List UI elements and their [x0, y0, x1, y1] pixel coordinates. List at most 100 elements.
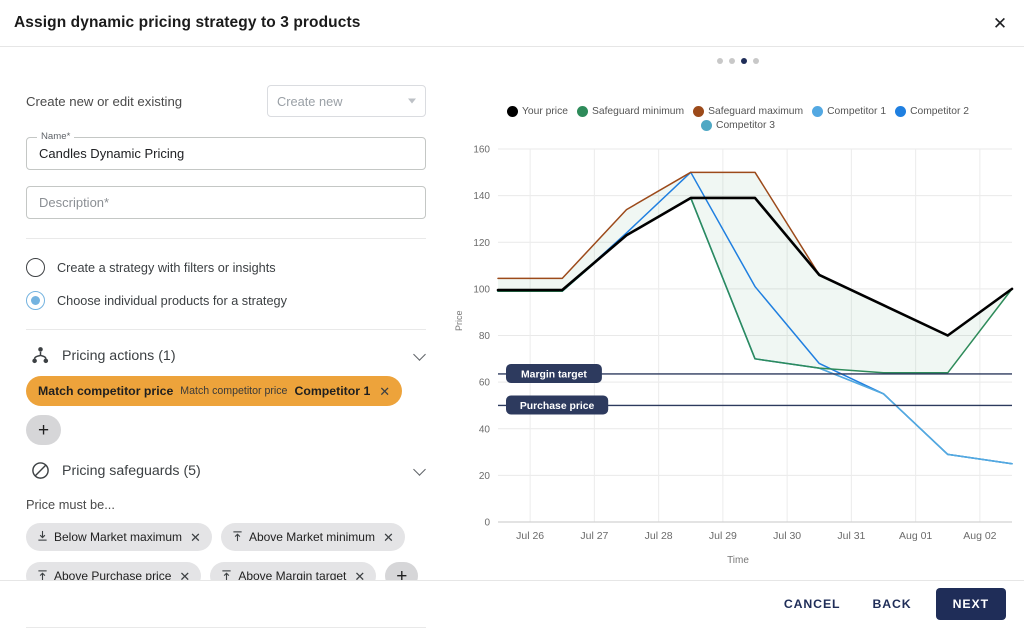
safeguard-band-area: [498, 172, 1012, 373]
next-button[interactable]: NEXT: [935, 588, 1006, 620]
hierarchy-icon: [26, 346, 54, 365]
name-field-legend: Name*: [37, 132, 75, 142]
dialog-header: Assign dynamic pricing strategy to 3 pro…: [0, 0, 1024, 47]
legend-swatch-icon: [693, 106, 705, 117]
create-mode-select[interactable]: Create new: [267, 85, 426, 117]
radio-option-individual-products[interactable]: Choose individual products for a strateg…: [26, 291, 426, 310]
divider-2: [26, 329, 426, 330]
create-or-edit-row: Create new or edit existing Create new: [26, 85, 426, 117]
carousel-dot-active[interactable]: [741, 58, 747, 64]
y-axis-tick-label: 80: [479, 331, 491, 342]
radio-option-filters-insights[interactable]: Create a strategy with filters or insigh…: [26, 258, 426, 277]
safeguard-chip-label: Above Market minimum: [248, 530, 375, 544]
reference-line-badge: Purchase price: [506, 395, 609, 415]
legend-label: Competitor 3: [716, 120, 775, 131]
remove-icon[interactable]: ✕: [190, 531, 201, 544]
x-axis-tick-label: Aug 02: [963, 530, 996, 542]
pricing-action-chip-subtitle: Match competitor price: [180, 385, 288, 397]
legend-item[interactable]: Competitor 1: [812, 106, 886, 117]
pricing-safeguards-header[interactable]: Pricing safeguards (5): [26, 461, 426, 480]
legend-swatch-icon: [506, 106, 518, 117]
prohibited-icon: [26, 461, 54, 480]
price-history-chart: 0 20 40 60 80 100 120 140 160 Jul 26 Jul 27 Jul 28 J…: [473, 145, 1014, 542]
legend-label: Safeguard minimum: [591, 106, 685, 117]
chevron-down-icon[interactable]: [413, 348, 426, 361]
x-axis-tick-label: Jul 29: [709, 530, 737, 542]
y-axis-title: Price: [454, 310, 464, 331]
pricing-actions-chip-row: Match competitor price Match competitor …: [26, 376, 426, 445]
y-axis-tick-label: 20: [479, 471, 491, 482]
close-icon[interactable]: ✕: [986, 9, 1014, 37]
y-axis-tick-label: 0: [484, 518, 490, 529]
x-axis-tick-label: Jul 28: [645, 530, 673, 542]
y-axis-tick-label: 100: [473, 284, 490, 295]
add-pricing-action-button[interactable]: +: [26, 415, 61, 445]
dialog-body: Create new or edit existing Create new N…: [0, 47, 1024, 628]
pricing-action-chip-title: Match competitor price: [38, 384, 174, 398]
dialog-footer: CANCEL BACK NEXT: [0, 580, 1024, 627]
x-axis-tick-label: Jul 30: [773, 530, 801, 542]
radio-circle-icon: [26, 258, 45, 277]
reference-badge-label: Margin target: [521, 369, 587, 380]
create-mode-select-value: Create new: [277, 93, 343, 109]
y-axis-tick-label: 60: [479, 378, 491, 389]
radio-label: Create a strategy with filters or insigh…: [57, 260, 276, 275]
safeguard-chip-row-1: Below Market maximum ✕ Above Market mini…: [26, 523, 426, 551]
price-must-be-label: Price must be...: [26, 497, 115, 512]
chart-pane: Your price Safeguard minimum Safeguard max…: [452, 47, 1024, 627]
arrow-up-from-line-icon: [232, 530, 243, 545]
arrow-down-to-line-icon: [37, 530, 48, 545]
carousel-dot[interactable]: [753, 58, 759, 64]
remove-icon[interactable]: ✕: [379, 385, 390, 398]
description-input[interactable]: [27, 187, 425, 218]
strategy-form-pane: Create new or edit existing Create new N…: [0, 47, 452, 628]
legend-swatch-icon: [895, 106, 907, 117]
divider-1: [26, 238, 426, 239]
legend-item[interactable]: Safeguard maximum: [693, 106, 803, 117]
x-axis-tick-label: Aug 01: [899, 530, 932, 542]
remove-icon[interactable]: ✕: [383, 531, 394, 544]
chevron-down-icon: [408, 98, 416, 104]
y-axis-tick-label: 40: [479, 424, 491, 435]
create-or-edit-label: Create new or edit existing: [26, 93, 183, 109]
x-axis-title: Time: [727, 555, 749, 566]
legend-swatch-icon: [812, 106, 824, 117]
page-title: Assign dynamic pricing strategy to 3 pro…: [14, 14, 361, 31]
pricing-action-chip-value: Competitor 1: [294, 384, 371, 398]
legend-item[interactable]: Competitor 2: [895, 106, 969, 117]
legend-label: Competitor 1: [827, 106, 887, 117]
safeguard-chip-above-market-minimum[interactable]: Above Market minimum ✕: [220, 523, 405, 551]
legend-item[interactable]: Your price: [506, 106, 568, 117]
chart-legend: Your price Safeguard minimum Safeguard max…: [478, 106, 998, 131]
back-button[interactable]: BACK: [864, 590, 919, 618]
y-axis-tick-label: 120: [473, 238, 490, 249]
pricing-safeguards-title: Pricing safeguards (5): [62, 462, 201, 479]
cancel-button[interactable]: CANCEL: [776, 590, 849, 618]
legend-item[interactable]: Competitor 3: [701, 120, 775, 131]
name-input[interactable]: [27, 138, 425, 169]
pricing-actions-header[interactable]: Pricing actions (1): [26, 346, 426, 365]
legend-label: Your price: [521, 106, 568, 117]
legend-item[interactable]: Safeguard minimum: [576, 106, 685, 117]
radio-label: Choose individual products for a strateg…: [57, 293, 287, 308]
chevron-down-icon[interactable]: [413, 463, 426, 476]
legend-swatch-icon: [576, 106, 588, 117]
safeguard-chip-below-market-maximum[interactable]: Below Market maximum ✕: [26, 523, 212, 551]
radio-circle-selected-icon: [26, 291, 45, 310]
y-axis-tick-label: 160: [473, 145, 490, 156]
pricing-actions-title: Pricing actions (1): [62, 347, 176, 364]
legend-label: Safeguard maximum: [708, 106, 804, 117]
x-axis-tick-label: Jul 26: [516, 530, 544, 542]
chart-container: Price 0 20 40 60 80 100 120 140 160 Jul 26 Jul 27 J…: [452, 137, 1024, 566]
x-axis-tick-label: Jul 27: [580, 530, 608, 542]
x-axis-tick-label: Jul 31: [837, 530, 865, 542]
legend-label: Competitor 2: [910, 106, 970, 117]
carousel-dot[interactable]: [729, 58, 735, 64]
reference-badge-label: Purchase price: [520, 401, 595, 412]
carousel-dot[interactable]: [717, 58, 723, 64]
description-field-wrapper: [26, 186, 426, 219]
pricing-action-chip[interactable]: Match competitor price Match competitor …: [26, 376, 403, 406]
reference-line-badge: Margin target: [506, 363, 602, 383]
y-axis-tick-label: 140: [473, 191, 490, 202]
name-field-wrapper: Name*: [26, 132, 426, 170]
